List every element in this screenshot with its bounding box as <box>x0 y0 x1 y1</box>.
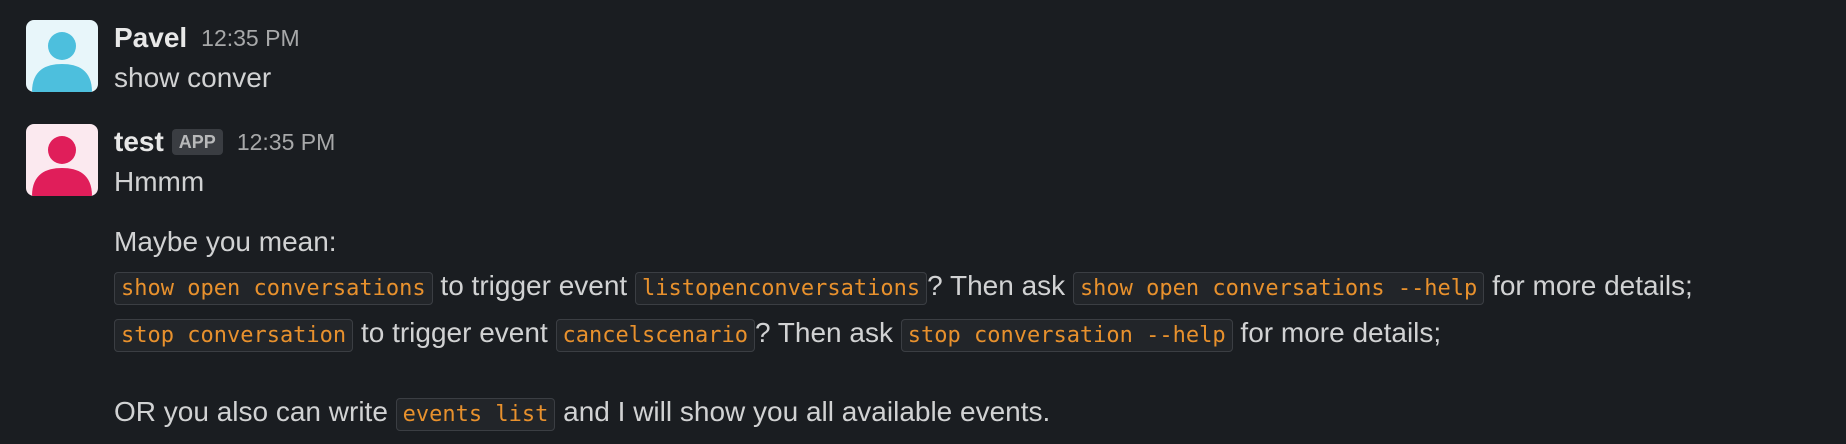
command-code: stop conversation <box>114 319 354 352</box>
user-avatar-icon <box>26 124 98 196</box>
message-timestamp[interactable]: 12:35 PM <box>237 129 335 156</box>
avatar-pavel[interactable] <box>26 20 98 92</box>
footer-after-text: and I will show you all available events… <box>555 396 1051 427</box>
event-code: cancelscenario <box>555 319 755 352</box>
sender-name[interactable]: Pavel <box>114 22 187 54</box>
help-code: show open conversations --help <box>1072 272 1485 305</box>
footer-line: OR you also can write events list and I … <box>114 390 1826 437</box>
suggestions-intro: Maybe you mean: <box>114 226 337 257</box>
user-avatar-icon <box>26 20 98 92</box>
ask-text: ? Then ask <box>754 317 901 348</box>
avatar-test[interactable] <box>26 124 98 196</box>
ask-text: ? Then ask <box>927 270 1073 301</box>
message-timestamp[interactable]: 12:35 PM <box>201 25 299 52</box>
command-code: show open conversations <box>114 272 433 305</box>
footer-before-text: OR you also can write <box>114 396 396 427</box>
tail-text: for more details; <box>1484 270 1693 301</box>
tail-text: for more details; <box>1232 317 1442 348</box>
trigger-text: to trigger event <box>432 270 635 301</box>
message-text: show conver <box>114 62 272 93</box>
help-code: stop conversation --help <box>900 319 1233 352</box>
message-greeting: Hmmm <box>114 166 205 197</box>
sender-name[interactable]: test <box>114 126 164 158</box>
events-list-code: events list <box>395 398 556 431</box>
app-badge: APP <box>171 129 223 155</box>
trigger-text: to trigger event <box>353 317 556 348</box>
suggestion-line: show open conversations to trigger event… <box>114 264 1826 311</box>
event-code: listopenconversations <box>634 272 928 305</box>
suggestion-line: stop conversation to trigger event cance… <box>114 311 1826 358</box>
